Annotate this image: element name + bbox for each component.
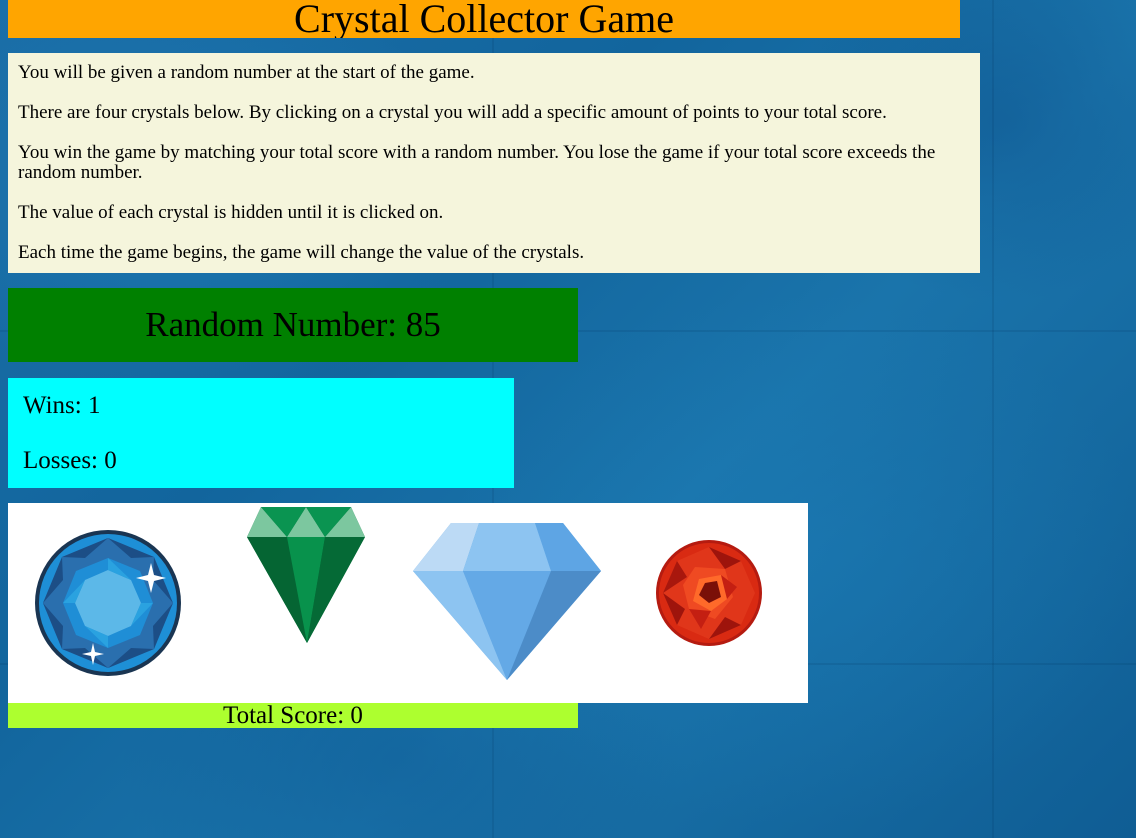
- light-blue-diamond-icon[interactable]: [413, 523, 601, 686]
- instruction-text: You will be given a random number at the…: [18, 62, 475, 83]
- total-score-display: Total Score: 0: [8, 703, 578, 728]
- background-seam: [992, 0, 994, 838]
- losses-counter: Losses: 0: [23, 447, 117, 474]
- page-title: Crystal Collector Game: [8, 0, 960, 38]
- green-crystal-icon[interactable]: [245, 505, 367, 650]
- blue-round-crystal-icon[interactable]: [33, 528, 183, 683]
- random-number-display: Random Number: 85: [8, 288, 578, 362]
- instruction-text: You win the game by matching your total …: [18, 142, 936, 183]
- instruction-text: There are four crystals below. By clicki…: [18, 102, 887, 123]
- red-round-crystal-icon[interactable]: [655, 539, 763, 652]
- wins-counter: Wins: 1: [23, 392, 101, 419]
- stats-panel: Wins: 1 Losses: 0: [8, 378, 514, 488]
- instruction-text: The value of each crystal is hidden unti…: [18, 202, 444, 223]
- instructions-panel: You will be given a random number at the…: [8, 53, 980, 273]
- instruction-text: Each time the game begins, the game will…: [18, 242, 585, 263]
- crystal-panel: [8, 503, 808, 703]
